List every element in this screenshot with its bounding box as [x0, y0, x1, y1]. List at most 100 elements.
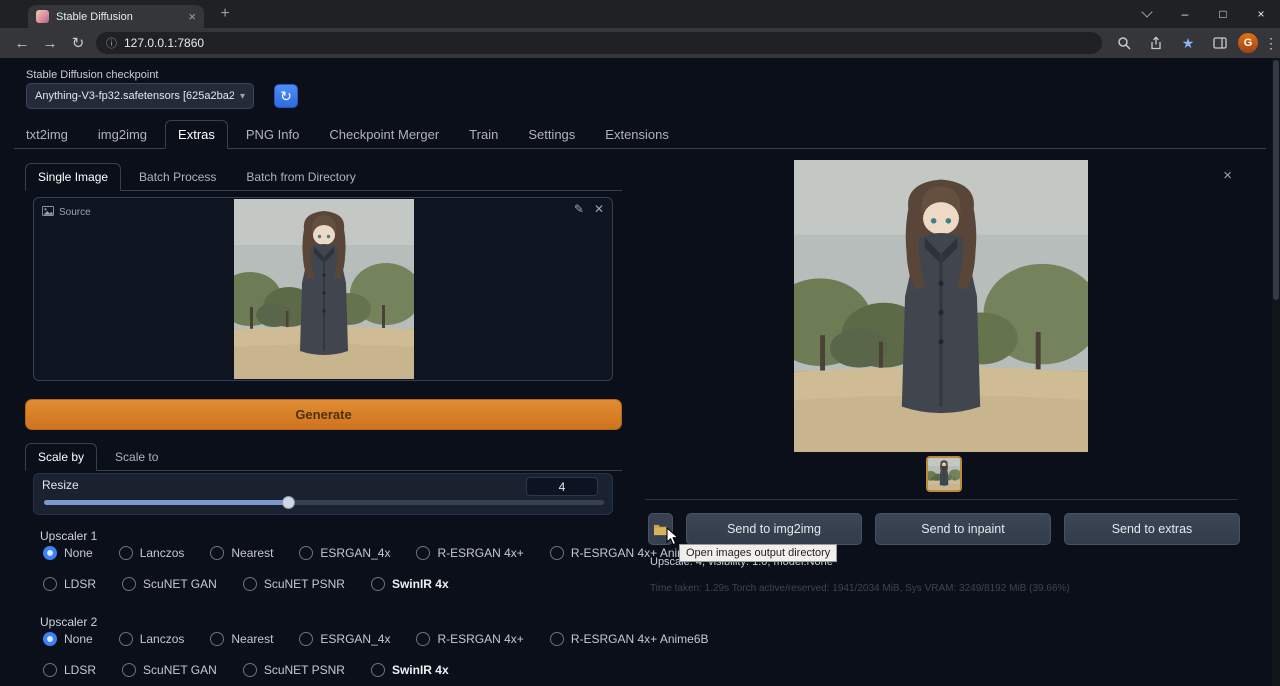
scale-tab-bar: Scale by Scale to	[25, 443, 622, 471]
checkpoint-value: Anything-V3-fp32.safetensors [625a2ba2]	[35, 90, 234, 102]
radio-icon	[371, 663, 385, 677]
upscaler1-option-scunet-gan[interactable]: ScuNET GAN	[122, 577, 217, 591]
browser-navbar: ← → ↻ ⓘ 127.0.0.1:7860 ★ G ⋮	[0, 28, 1280, 58]
send-to-extras-button[interactable]: Send to extras	[1064, 513, 1240, 545]
performance-info-text: Time taken: 1.29s Torch active/reserved:…	[650, 583, 1070, 594]
resize-value-input[interactable]: 4	[526, 477, 598, 496]
upscaler1-option-nearest[interactable]: Nearest	[210, 546, 273, 560]
result-image[interactable]	[794, 160, 1088, 452]
tab-scale-by[interactable]: Scale by	[25, 443, 97, 471]
upscaler2-option-swinir4x[interactable]: SwinIR 4x	[371, 663, 449, 677]
upscaler-2-label: Upscaler 2	[40, 615, 97, 629]
upscaler1-option-none[interactable]: None	[43, 546, 93, 560]
new-tab-button[interactable]: +	[214, 3, 236, 25]
send-to-img2img-button[interactable]: Send to img2img	[686, 513, 862, 545]
tab-batch-from-directory[interactable]: Batch from Directory	[234, 164, 367, 190]
upscaler-1-row-2: LDSR ScuNET GAN ScuNET PSNR SwinIR 4x	[43, 577, 449, 591]
tab-img2img[interactable]: img2img	[86, 121, 159, 148]
sidebar-icon[interactable]	[1206, 31, 1234, 55]
upscaler2-option-none[interactable]: None	[43, 632, 93, 646]
search-icon[interactable]	[1110, 31, 1138, 55]
tab-single-image[interactable]: Single Image	[25, 163, 121, 191]
tab-scale-to[interactable]: Scale to	[103, 444, 170, 470]
upscaler2-option-ldsr[interactable]: LDSR	[43, 663, 96, 677]
upscaler1-option-esrgan4x[interactable]: ESRGAN_4x	[299, 546, 390, 560]
edit-image-icon[interactable]: ✎	[574, 202, 584, 216]
upscaler1-option-resrgan4x[interactable]: R-ESRGAN 4x+	[416, 546, 523, 560]
upscaler2-option-lanczos[interactable]: Lanczos	[119, 632, 185, 646]
radio-icon	[299, 546, 313, 560]
profile-avatar[interactable]: G	[1238, 33, 1258, 53]
resize-label: Resize	[42, 478, 79, 492]
browser-tab[interactable]: Stable Diffusion ×	[28, 5, 204, 28]
upscaler2-option-resrgan4x[interactable]: R-ESRGAN 4x+	[416, 632, 523, 646]
favicon-icon	[36, 10, 49, 23]
upscaler2-option-esrgan4x[interactable]: ESRGAN_4x	[299, 632, 390, 646]
checkpoint-dropdown[interactable]: Anything-V3-fp32.safetensors [625a2ba2] …	[26, 83, 254, 109]
radio-icon	[43, 577, 57, 591]
upscaler1-option-swinir4x[interactable]: SwinIR 4x	[371, 577, 449, 591]
upscaler1-option-ldsr[interactable]: LDSR	[43, 577, 96, 591]
close-button[interactable]: ×	[1242, 0, 1280, 28]
checkpoint-label: Stable Diffusion checkpoint	[26, 69, 159, 81]
stable-diffusion-page: Stable Diffusion checkpoint Anything-V3-…	[0, 58, 1280, 686]
maximize-button[interactable]: □	[1204, 0, 1242, 28]
url-bar[interactable]: ⓘ 127.0.0.1:7860	[96, 32, 1102, 54]
gallery-thumbnail[interactable]	[926, 456, 962, 492]
upscaler1-option-lanczos[interactable]: Lanczos	[119, 546, 185, 560]
tab-settings[interactable]: Settings	[516, 121, 587, 148]
radio-icon	[416, 546, 430, 560]
extras-left-column: Single Image Batch Process Batch from Di…	[25, 155, 622, 686]
upscaler2-option-nearest[interactable]: Nearest	[210, 632, 273, 646]
bookmark-star-icon[interactable]: ★	[1174, 31, 1202, 55]
source-image[interactable]	[234, 199, 414, 379]
tab-png-info[interactable]: PNG Info	[234, 121, 311, 148]
refresh-checkpoint-button[interactable]: ↻	[274, 84, 298, 108]
tab-checkpoint-merger[interactable]: Checkpoint Merger	[317, 121, 451, 148]
url-text: 127.0.0.1:7860	[124, 36, 204, 50]
reload-icon[interactable]: ↻	[64, 31, 92, 55]
tab-extras[interactable]: Extras	[165, 120, 228, 149]
radio-icon	[550, 546, 564, 560]
menu-dots-icon[interactable]: ⋮	[1262, 35, 1280, 52]
radio-icon	[299, 632, 313, 646]
page-scrollbar[interactable]	[1272, 58, 1280, 686]
resize-control: Resize 4	[33, 473, 613, 515]
tab-extensions[interactable]: Extensions	[593, 121, 681, 148]
radio-icon	[119, 632, 133, 646]
source-image-dropzone[interactable]: Source ✎ ✕	[33, 197, 613, 381]
gallery-close-icon[interactable]: ×	[1223, 167, 1232, 184]
tab-train[interactable]: Train	[457, 121, 510, 148]
radio-icon	[210, 632, 224, 646]
radio-selected-icon	[43, 632, 57, 646]
clear-image-icon[interactable]: ✕	[594, 202, 604, 216]
slider-thumb[interactable]	[282, 496, 295, 509]
divider	[645, 499, 1238, 500]
source-label: Source	[59, 207, 91, 218]
upscaler-1-label: Upscaler 1	[40, 529, 97, 543]
radio-icon	[43, 663, 57, 677]
minimize-button[interactable]: –	[1166, 0, 1204, 28]
resize-slider[interactable]	[44, 500, 604, 505]
upscaler-1-row-1: None Lanczos Nearest ESRGAN_4x R-ESRGAN …	[43, 546, 709, 560]
radio-icon	[416, 632, 430, 646]
radio-icon	[371, 577, 385, 591]
mouse-cursor	[666, 527, 680, 552]
tab-txt2img[interactable]: txt2img	[14, 121, 80, 148]
tab-close-icon[interactable]: ×	[188, 10, 196, 23]
upscaler1-option-scunet-psnr[interactable]: ScuNET PSNR	[243, 577, 345, 591]
radio-selected-icon	[43, 546, 57, 560]
tab-search-chevron-icon[interactable]	[1128, 0, 1166, 28]
upscaler2-option-scunet-gan[interactable]: ScuNET GAN	[122, 663, 217, 677]
site-info-icon[interactable]: ⓘ	[106, 35, 117, 51]
back-icon[interactable]: ←	[8, 31, 36, 55]
upscaler2-option-scunet-psnr[interactable]: ScuNET PSNR	[243, 663, 345, 677]
forward-icon[interactable]: →	[36, 31, 64, 55]
send-to-inpaint-button[interactable]: Send to inpaint	[875, 513, 1051, 545]
generate-button[interactable]: Generate	[25, 399, 622, 430]
share-icon[interactable]	[1142, 31, 1170, 55]
image-icon	[42, 203, 54, 221]
tab-batch-process[interactable]: Batch Process	[127, 164, 228, 190]
chevron-down-icon: ▾	[240, 91, 245, 102]
scrollbar-thumb[interactable]	[1273, 60, 1279, 300]
